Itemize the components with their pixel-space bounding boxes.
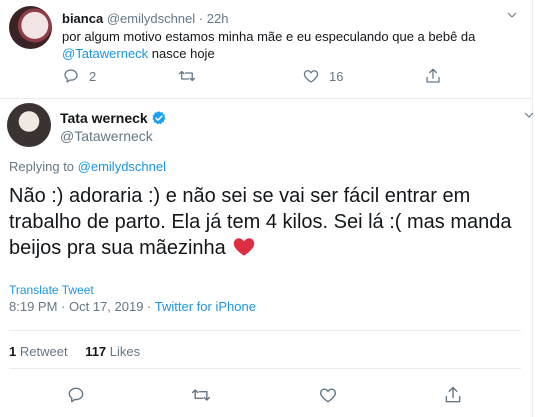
author-handle[interactable]: @Tatawerneck xyxy=(60,128,153,144)
column-border xyxy=(532,0,533,417)
divider xyxy=(9,368,521,369)
retweets-stat[interactable]: 1 Retweet xyxy=(9,344,68,359)
share-button[interactable] xyxy=(443,385,463,405)
like-button[interactable] xyxy=(318,385,338,405)
meta-separator: · xyxy=(143,299,155,314)
tweet-header: bianca @emilydschnel · 22h xyxy=(62,11,228,26)
author-name[interactable]: bianca xyxy=(62,11,103,26)
share-icon xyxy=(445,386,461,403)
author-name[interactable]: Tata werneck xyxy=(60,110,167,126)
tweet-text-main: por algum motivo estamos minha mãe e eu … xyxy=(62,29,476,44)
reply-count: 2 xyxy=(89,68,97,84)
mention-link[interactable]: @Tatawerneck xyxy=(62,46,148,61)
tweet-meta: 8:19 PM · Oct 17, 2019 · Twitter for iPh… xyxy=(9,299,256,314)
like-icon xyxy=(320,388,336,403)
time-separator: · xyxy=(198,11,204,26)
reply-icon xyxy=(64,69,78,83)
chevron-down-icon[interactable] xyxy=(523,108,535,120)
reply-icon xyxy=(68,387,84,403)
translate-tweet-link[interactable]: Translate Tweet xyxy=(9,283,94,297)
replying-label: Replying to xyxy=(9,159,78,174)
replying-to-link[interactable]: @emilydschnel xyxy=(78,159,166,174)
replying-to: Replying to @emilydschnel xyxy=(9,159,166,174)
share-button[interactable] xyxy=(424,67,442,85)
like-button[interactable]: 16 xyxy=(302,67,343,85)
author-handle[interactable]: @emilydschnel xyxy=(107,11,195,26)
avatar[interactable] xyxy=(7,103,51,147)
author-name-text[interactable]: Tata werneck xyxy=(60,110,148,126)
likes-stat[interactable]: 117 Likes xyxy=(85,344,140,359)
avatar[interactable] xyxy=(9,6,52,49)
retweet-icon xyxy=(178,70,196,82)
likes-label: Likes xyxy=(109,344,141,359)
reply-tweet[interactable]: bianca @emilydschnel · 22h por algum mot… xyxy=(0,0,532,98)
like-count: 16 xyxy=(329,68,344,84)
tweet-text-body: Não :) adoraria :) e não sei se vai ser … xyxy=(9,185,512,259)
tweet-source-link[interactable]: Twitter for iPhone xyxy=(155,299,256,314)
likes-count: 117 xyxy=(85,344,107,359)
engagement-stats: 1 Retweet 117 Likes xyxy=(9,344,140,359)
reply-button[interactable] xyxy=(66,385,86,405)
retweet-button[interactable] xyxy=(178,67,196,85)
red-heart-emoji xyxy=(234,238,255,256)
share-icon xyxy=(426,68,440,83)
verified-badge-icon xyxy=(152,111,166,125)
chevron-down-icon[interactable] xyxy=(506,8,518,20)
tweet-time[interactable]: 8:19 PM xyxy=(9,299,57,314)
divider xyxy=(9,330,521,331)
like-icon xyxy=(303,70,319,83)
retweets-label: Retweet xyxy=(19,344,68,359)
reply-button[interactable]: 2 xyxy=(62,67,96,85)
divider xyxy=(0,98,532,99)
tweet-text: por algum motivo estamos minha mãe e eu … xyxy=(62,28,517,62)
tweet-time[interactable]: 22h xyxy=(207,11,229,26)
retweet-icon xyxy=(191,389,211,401)
meta-separator: · xyxy=(57,299,69,314)
tweet-date[interactable]: Oct 17, 2019 xyxy=(69,299,143,314)
tweet-text-tail: nasce hoje xyxy=(148,46,215,61)
retweets-count: 1 xyxy=(9,344,17,359)
retweet-button[interactable] xyxy=(191,385,211,405)
tweet-text: Não :) adoraria :) e não sei se vai ser … xyxy=(9,183,521,261)
